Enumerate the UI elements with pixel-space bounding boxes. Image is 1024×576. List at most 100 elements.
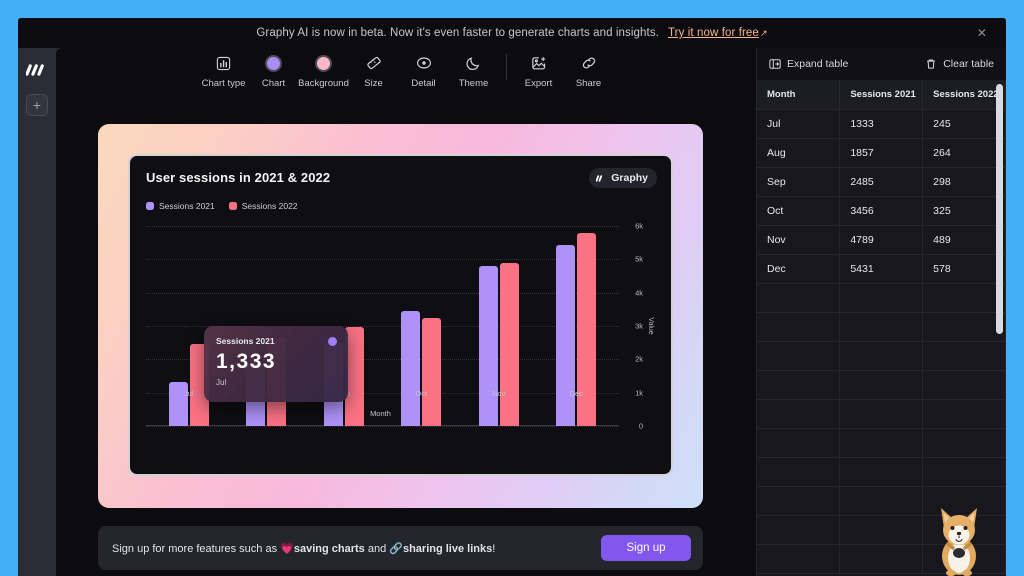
table-cell-empty[interactable] xyxy=(839,428,924,458)
table-cell[interactable]: 1857 xyxy=(839,138,924,168)
table-cell-empty[interactable] xyxy=(839,486,924,516)
table-cell-empty[interactable] xyxy=(839,399,924,429)
y-axis-tick: 0 xyxy=(638,421,643,431)
table-row-empty[interactable] xyxy=(757,428,1006,458)
table-cell-empty[interactable] xyxy=(839,515,924,545)
x-axis-tick: Oct xyxy=(415,389,428,398)
table-cell[interactable]: 2485 xyxy=(839,167,924,197)
table-cell[interactable]: Dec xyxy=(757,254,841,284)
x-axis-tick: Nov xyxy=(492,389,506,398)
link-icon: 🔗 xyxy=(389,542,403,555)
tool-size[interactable]: Size xyxy=(349,54,399,89)
table-cell[interactable]: 325 xyxy=(922,196,1006,226)
table-cell-empty[interactable] xyxy=(839,283,924,313)
table-cell-empty[interactable] xyxy=(757,370,841,400)
tool-detail[interactable]: Detail xyxy=(399,54,449,89)
table-cell-empty[interactable] xyxy=(757,515,841,545)
close-icon[interactable]: ✕ xyxy=(974,25,990,41)
tool-chart-type[interactable]: Chart type xyxy=(199,54,249,89)
tool-background-color[interactable]: Background xyxy=(298,54,349,89)
table-cell[interactable]: 489 xyxy=(922,225,1006,255)
table-cell[interactable]: Oct xyxy=(757,196,841,226)
table-row-empty[interactable] xyxy=(757,457,1006,487)
table-cell-empty[interactable] xyxy=(757,457,841,487)
table-cell-empty[interactable] xyxy=(757,428,841,458)
data-panel: Expand table Clear table Month Sessions 2… xyxy=(756,48,1006,576)
table-cell[interactable]: 578 xyxy=(922,254,1006,284)
expand-table-button[interactable]: Expand table xyxy=(769,58,848,70)
table-row[interactable]: Aug 1857 264 xyxy=(757,138,1006,168)
table-cell-empty[interactable] xyxy=(922,283,1006,313)
tool-label: Detail xyxy=(411,77,436,89)
table-row-empty[interactable] xyxy=(757,399,1006,429)
table-cell-empty[interactable] xyxy=(839,370,924,400)
table-row-empty[interactable] xyxy=(757,370,1006,400)
table-cell-empty[interactable] xyxy=(757,544,841,574)
table-cell[interactable]: Sep xyxy=(757,167,841,197)
table-cell-empty[interactable] xyxy=(839,341,924,371)
table-cell-empty[interactable] xyxy=(757,312,841,342)
table-cell-empty[interactable] xyxy=(922,312,1006,342)
table-cell-empty[interactable] xyxy=(839,312,924,342)
table-cell[interactable]: 4789 xyxy=(839,225,924,255)
table-row[interactable]: Jul 1333 245 xyxy=(757,109,1006,139)
y-axis-tick: 1k xyxy=(635,388,643,398)
table-row[interactable]: Oct 3456 325 xyxy=(757,196,1006,226)
bar[interactable] xyxy=(556,244,576,426)
table-cell-empty[interactable] xyxy=(922,428,1006,458)
table-column-header[interactable]: Month xyxy=(757,80,841,110)
tool-label: Background xyxy=(298,77,349,89)
table-row[interactable]: Nov 4789 489 xyxy=(757,225,1006,255)
bar[interactable] xyxy=(478,266,498,426)
bar[interactable] xyxy=(499,263,519,426)
table-cell[interactable]: 298 xyxy=(922,167,1006,197)
table-cell[interactable]: Nov xyxy=(757,225,841,255)
table-cell-empty[interactable] xyxy=(922,370,1006,400)
signup-prefix: Sign up for more features such as xyxy=(112,542,281,555)
table-scrollbar[interactable] xyxy=(996,84,1003,334)
tool-export[interactable]: Export xyxy=(514,54,564,89)
chart-card: User sessions in 2021 & 2022 Graphy Sess… xyxy=(128,154,673,476)
tool-theme[interactable]: Theme xyxy=(449,54,499,89)
table-cell[interactable]: Jul xyxy=(757,109,841,139)
clear-table-button[interactable]: Clear table xyxy=(925,58,994,70)
table-cell[interactable]: 245 xyxy=(922,109,1006,139)
chart-frame: User sessions in 2021 & 2022 Graphy Sess… xyxy=(98,124,703,508)
chart-toolbar: Chart type Chart Background Size Detail … xyxy=(56,48,756,94)
tool-share[interactable]: Share xyxy=(564,54,614,89)
table-column-header[interactable]: Sessions 2022 xyxy=(922,80,1006,110)
expand-icon xyxy=(769,59,781,69)
table-row-empty[interactable] xyxy=(757,341,1006,371)
table-row-empty[interactable] xyxy=(757,283,1006,313)
table-cell-empty[interactable] xyxy=(922,341,1006,371)
table-row[interactable]: Dec 5431 578 xyxy=(757,254,1006,284)
signup-bold-sharing: sharing live links xyxy=(402,542,493,555)
table-row-empty[interactable] xyxy=(757,312,1006,342)
legend-label: Sessions 2021 xyxy=(159,201,215,211)
app-window: Graphy AI is now in beta. Now it's even … xyxy=(18,18,1006,576)
signup-banner: Sign up for more features such as 💗savin… xyxy=(98,526,703,570)
table-cell[interactable]: 3456 xyxy=(839,196,924,226)
table-cell-empty[interactable] xyxy=(757,283,841,313)
y-axis-tick: 4k xyxy=(635,288,643,298)
table-cell-empty[interactable] xyxy=(839,457,924,487)
tool-chart-color[interactable]: Chart xyxy=(249,54,299,89)
table-cell-empty[interactable] xyxy=(757,341,841,371)
table-cell-empty[interactable] xyxy=(922,457,1006,487)
sign-up-button[interactable]: Sign up xyxy=(601,535,691,561)
table-cell[interactable]: Aug xyxy=(757,138,841,168)
graphy-logo-icon[interactable] xyxy=(25,60,48,80)
screen-background: Graphy AI is now in beta. Now it's even … xyxy=(0,0,1024,576)
table-row[interactable]: Sep 2485 298 xyxy=(757,167,1006,197)
purple-swatch-icon xyxy=(265,54,282,73)
add-chart-button[interactable]: + xyxy=(26,94,48,116)
table-column-header[interactable]: Sessions 2021 xyxy=(839,80,924,110)
table-cell[interactable]: 1333 xyxy=(839,109,924,139)
table-cell-empty[interactable] xyxy=(839,544,924,574)
table-cell-empty[interactable] xyxy=(922,399,1006,429)
table-cell[interactable]: 5431 xyxy=(839,254,924,284)
table-cell-empty[interactable] xyxy=(757,399,841,429)
promo-cta-link[interactable]: Try it now for free↗ xyxy=(668,27,768,39)
table-cell[interactable]: 264 xyxy=(922,138,1006,168)
table-cell-empty[interactable] xyxy=(757,486,841,516)
